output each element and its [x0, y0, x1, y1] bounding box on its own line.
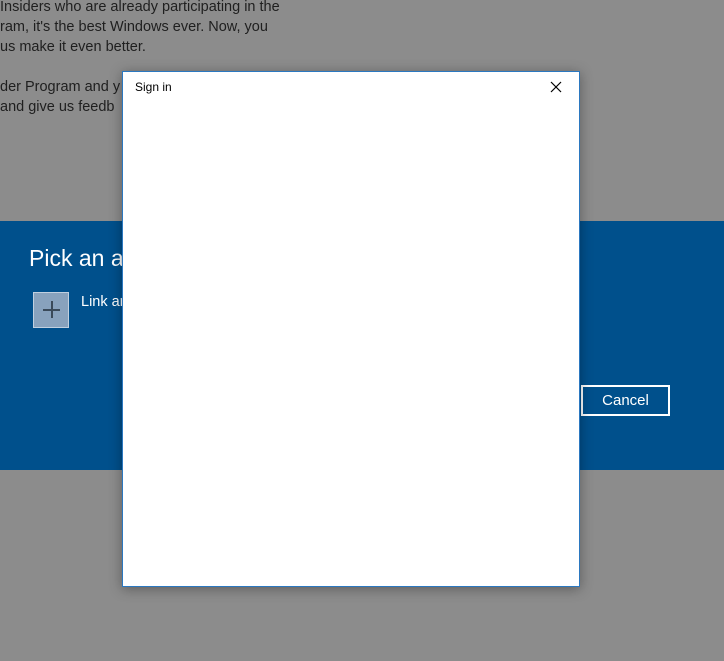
background-text-line: and give us feedb [0, 99, 115, 115]
dialog-content-area [123, 102, 579, 586]
sign-in-dialog: Sign in [122, 71, 580, 587]
close-icon [550, 81, 562, 93]
pick-account-title: Pick an ac [29, 245, 136, 271]
background-text-line: der Program and y [0, 79, 121, 95]
background-text-line: Insiders who are already participating i… [0, 0, 280, 15]
link-account-label[interactable]: Link ar [81, 294, 125, 310]
add-account-button[interactable] [33, 292, 69, 328]
background-text-line: ram, it's the best Windows ever. Now, yo… [0, 19, 268, 35]
cancel-button[interactable]: Cancel [581, 385, 670, 416]
app-window: Insiders who are already participating i… [0, 0, 724, 661]
close-button[interactable] [533, 72, 579, 102]
background-text-line: us make it even better. [0, 39, 146, 55]
dialog-title: Sign in [135, 80, 172, 94]
